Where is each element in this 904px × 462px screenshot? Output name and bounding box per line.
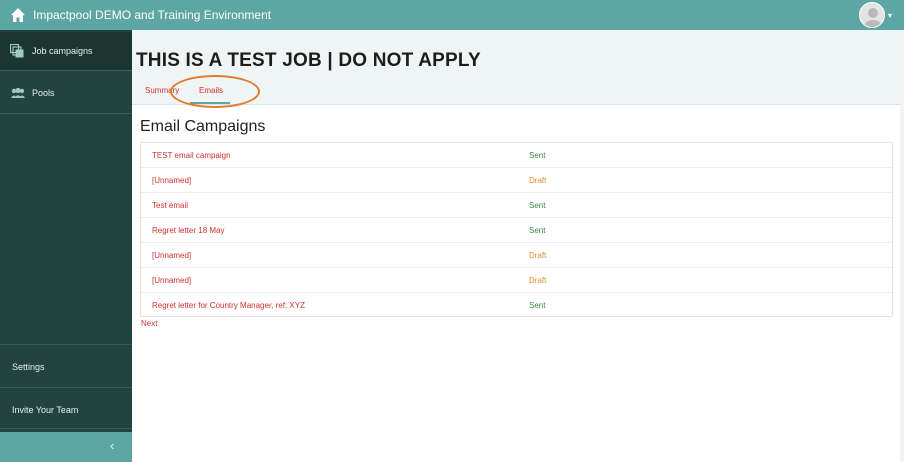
top-bar: Impactpool DEMO and Training Environment…	[0, 0, 904, 30]
table-row[interactable]: Regret letter for Country Manager, ref: …	[141, 293, 892, 318]
divider	[0, 344, 132, 345]
campaign-name-link[interactable]: [Unnamed]	[152, 276, 191, 285]
pools-icon	[10, 87, 28, 99]
campaign-name-link[interactable]: Regret letter for Country Manager, ref: …	[152, 301, 305, 310]
sidebar-item-job-campaigns[interactable]: Job campaigns	[0, 32, 132, 70]
divider	[0, 428, 132, 429]
campaign-name-link[interactable]: Regret letter 18 May	[152, 226, 224, 235]
chevron-down-icon[interactable]: ▾	[888, 11, 892, 20]
chevron-left-icon: ‹	[110, 438, 115, 453]
campaign-name-link[interactable]: [Unnamed]	[152, 176, 191, 185]
divider	[0, 387, 132, 388]
campaign-name-link[interactable]: [Unnamed]	[152, 251, 191, 260]
sidebar-item-label: Invite Your Team	[12, 405, 79, 415]
sidebar-item-pools[interactable]: Pools	[0, 74, 132, 112]
status-badge: Sent	[529, 226, 546, 235]
app-title: Impactpool DEMO and Training Environment	[33, 8, 272, 22]
table-row[interactable]: [Unnamed] Draft	[141, 268, 892, 293]
job-campaigns-icon	[10, 44, 28, 58]
status-badge: Sent	[529, 201, 546, 210]
window-edge	[900, 30, 904, 462]
table-row[interactable]: Test email Sent	[141, 193, 892, 218]
sidebar: Job campaigns Pools Settings Invite Your…	[0, 30, 132, 462]
table-row[interactable]: TEST email campaign Sent	[141, 143, 892, 168]
email-campaigns-table: TEST email campaign Sent [Unnamed] Draft…	[140, 142, 893, 317]
annotation-highlight-oval	[170, 75, 260, 108]
campaign-name-link[interactable]: TEST email campaign	[152, 151, 231, 160]
section-title: Email Campaigns	[140, 118, 266, 135]
divider	[0, 70, 132, 71]
sidebar-item-invite-team[interactable]: Invite Your Team	[0, 397, 132, 423]
status-badge: Draft	[529, 176, 547, 185]
page-title: THIS IS A TEST JOB | DO NOT APPLY	[136, 50, 481, 71]
sidebar-item-label: Settings	[12, 362, 45, 372]
sidebar-item-settings[interactable]: Settings	[0, 354, 132, 380]
user-avatar-icon	[864, 8, 882, 27]
sidebar-collapse-button[interactable]: ‹	[0, 432, 132, 462]
campaign-name-link[interactable]: Test email	[152, 201, 188, 210]
table-row[interactable]: [Unnamed] Draft	[141, 168, 892, 193]
table-row[interactable]: [Unnamed] Draft	[141, 243, 892, 268]
status-badge: Draft	[529, 276, 547, 285]
table-row[interactable]: Regret letter 18 May Sent	[141, 218, 892, 243]
home-icon[interactable]	[10, 7, 26, 23]
status-badge: Sent	[529, 151, 546, 160]
status-badge: Draft	[529, 251, 547, 260]
pagination-next-link[interactable]: Next	[141, 319, 157, 328]
status-badge: Sent	[529, 301, 546, 310]
sidebar-item-label: Pools	[32, 88, 55, 98]
sidebar-item-label: Job campaigns	[32, 46, 93, 56]
user-avatar[interactable]	[859, 2, 885, 28]
divider	[0, 113, 132, 114]
